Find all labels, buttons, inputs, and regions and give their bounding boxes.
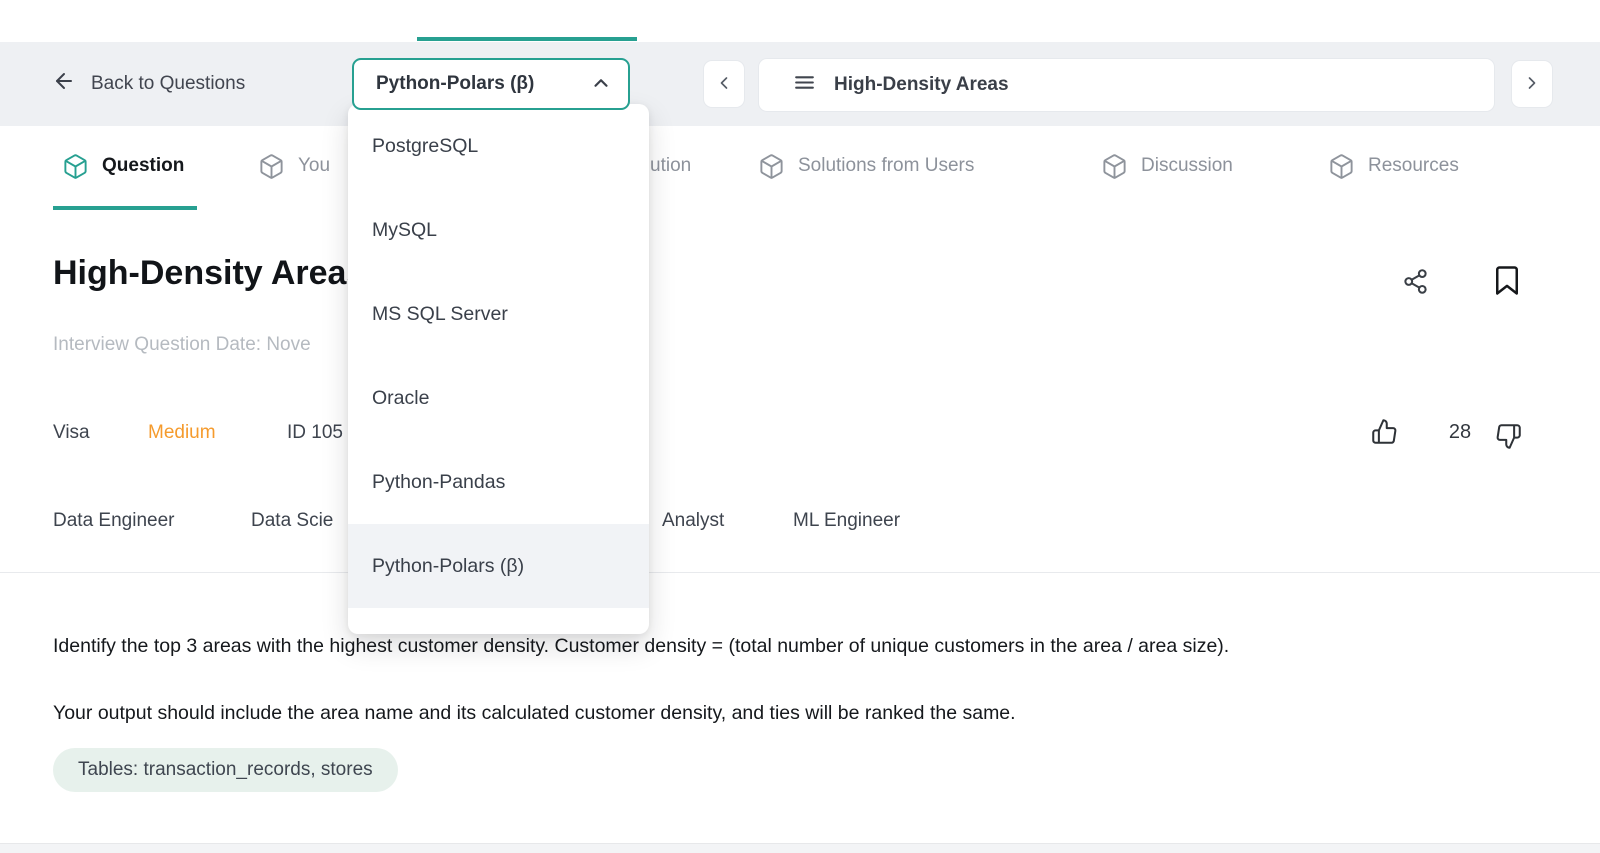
chevron-up-icon — [590, 72, 612, 97]
list-menu-icon — [759, 70, 834, 100]
thumbs-up-button[interactable] — [1371, 418, 1398, 445]
section-divider — [0, 572, 1600, 573]
tab-solutions-from-users-label: Solutions from Users — [798, 155, 975, 176]
tab-resources-label: Resources — [1368, 155, 1459, 176]
cube-icon — [258, 153, 285, 180]
dropdown-option-oracle[interactable]: Oracle — [348, 356, 649, 440]
tab-resources[interactable]: Resources — [1328, 126, 1459, 206]
language-selector-value: Python-Polars (β) — [376, 73, 535, 94]
dropdown-option-postgresql[interactable]: PostgreSQL — [348, 104, 649, 188]
tab-question-label: Question — [102, 155, 185, 176]
back-label: Back to Questions — [91, 73, 246, 94]
top-strip — [0, 0, 1600, 42]
company-tag[interactable]: Visa — [53, 422, 90, 444]
dropdown-option-mysql[interactable]: MySQL — [348, 188, 649, 272]
tab-your-solutions-label: You — [298, 155, 331, 176]
cube-icon — [1101, 153, 1128, 180]
next-question-button[interactable] — [1511, 60, 1553, 108]
upvote-count: 28 — [1448, 421, 1472, 443]
toolbar: Back to Questions Python-Polars (β) High… — [0, 42, 1600, 127]
chevron-left-icon — [714, 73, 734, 96]
back-to-questions-link[interactable]: Back to Questions — [52, 42, 245, 126]
cube-icon — [62, 153, 89, 180]
tables-badge: Tables: transaction_records, stores — [53, 748, 398, 792]
page-title: High-Density Areas — [53, 254, 366, 292]
question-id: ID 105 — [287, 422, 343, 443]
share-button[interactable] — [1402, 268, 1429, 295]
question-paragraph: Your output should include the area name… — [53, 701, 1016, 724]
active-pane-indicator — [417, 37, 637, 41]
arrow-left-icon — [52, 69, 76, 99]
language-dropdown-menu: PostgreSQL MySQL MS SQL Server Oracle Py… — [348, 104, 649, 634]
share-icon — [1404, 269, 1427, 294]
difficulty-badge[interactable]: Medium — [148, 422, 216, 444]
bookmark-icon — [1496, 266, 1518, 295]
thumbs-down-button[interactable] — [1495, 423, 1522, 450]
tab-your-solutions[interactable]: You — [258, 126, 330, 206]
role-tag[interactable]: ML Engineer — [793, 510, 900, 532]
dropdown-option-python-polars[interactable]: Python-Polars (β) — [348, 524, 649, 608]
chevron-right-icon — [1522, 73, 1542, 96]
tab-discussion-label: Discussion — [1141, 155, 1233, 176]
question-nav-bar[interactable]: High-Density Areas — [758, 58, 1495, 112]
tab-bar: Question You ution Solutions from Users … — [0, 126, 1600, 211]
tab-discussion[interactable]: Discussion — [1101, 126, 1233, 206]
prev-question-button[interactable] — [703, 60, 745, 108]
question-page: Back to Questions Python-Polars (β) High… — [0, 0, 1600, 853]
cube-icon — [758, 153, 785, 180]
tab-official-solution-label: ution — [650, 155, 692, 176]
role-tag[interactable]: Analyst — [662, 510, 724, 532]
question-paragraph: Identify the top 3 areas with the highes… — [53, 634, 1230, 657]
tab-question[interactable]: Question — [62, 126, 184, 206]
tab-official-solution[interactable]: ution — [650, 126, 691, 206]
active-tab-underline — [53, 206, 197, 210]
dropdown-option-ms-sql-server[interactable]: MS SQL Server — [348, 272, 649, 356]
next-section-edge — [0, 843, 1600, 853]
language-selector[interactable]: Python-Polars (β) — [352, 58, 630, 110]
dropdown-option-python-pandas[interactable]: Python-Pandas — [348, 440, 649, 524]
cube-icon — [1328, 153, 1355, 180]
role-tag[interactable]: Data Engineer — [53, 510, 174, 532]
interview-date-line: Interview Question Date: Nove — [53, 334, 311, 355]
bookmark-button[interactable] — [1494, 264, 1520, 297]
thumbs-down-icon — [1496, 424, 1521, 449]
tab-solutions-from-users[interactable]: Solutions from Users — [758, 126, 974, 206]
thumbs-up-icon — [1372, 419, 1397, 444]
role-tag[interactable]: Data Scie — [251, 510, 333, 532]
nav-question-title: High-Density Areas — [834, 74, 1009, 95]
